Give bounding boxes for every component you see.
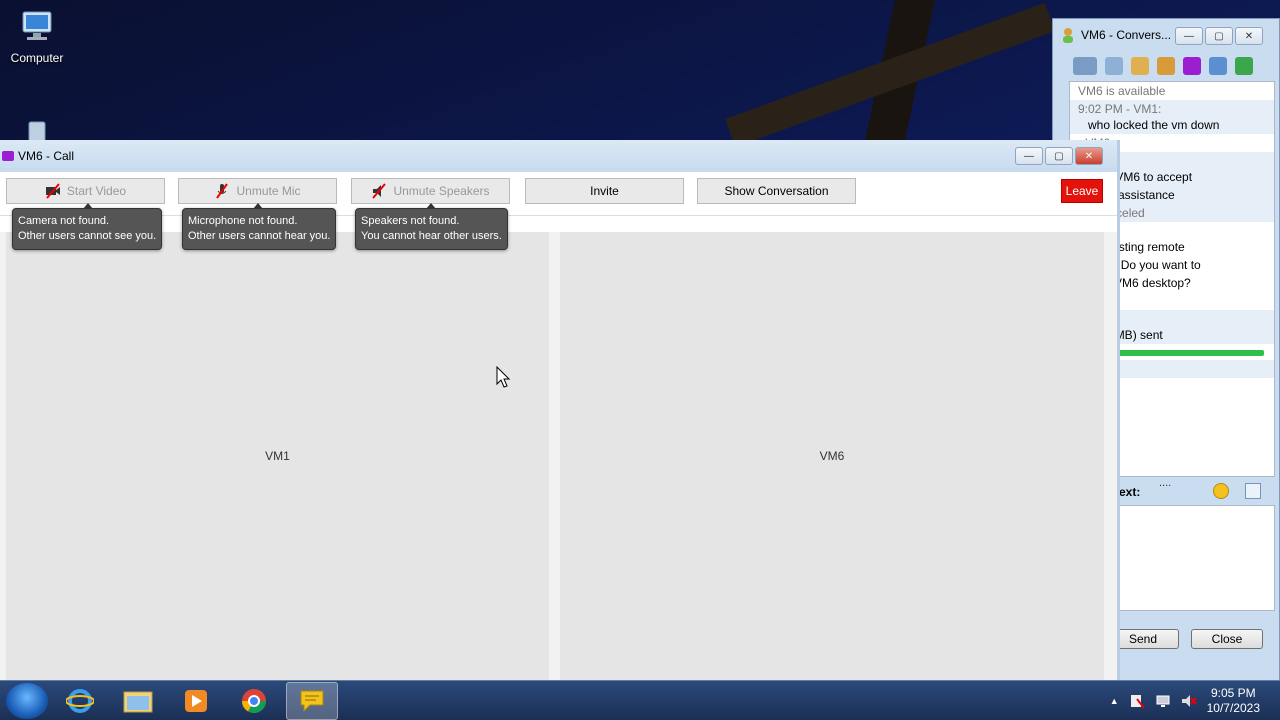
computer-icon [22, 11, 52, 40]
history-icon[interactable] [1105, 57, 1123, 75]
add-contact-icon[interactable] [1209, 57, 1227, 75]
video-off-icon [45, 183, 60, 199]
call-minimize-button[interactable]: — [1015, 147, 1043, 165]
message-item: VM6 is available [1070, 82, 1274, 100]
network-icon[interactable] [1155, 693, 1171, 709]
call-maximize-button[interactable]: ▢ [1045, 147, 1073, 165]
speakers-tooltip: Speakers not found. You cannot hear othe… [355, 203, 508, 250]
internet-explorer-icon[interactable] [54, 682, 106, 720]
text-label: ext: [1119, 485, 1141, 499]
participant-pane-vm1: VM1 [6, 232, 549, 680]
minimize-button[interactable]: — [1175, 27, 1203, 45]
conversation-toolbar [1053, 53, 1273, 79]
message-header: 9:02 PM - VM1: [1078, 102, 1162, 116]
mic-muted-icon [216, 183, 229, 199]
camera-tooltip: Camera not found. Other users cannot see… [12, 203, 163, 250]
file-explorer-icon[interactable] [112, 682, 164, 720]
unmute-speakers-button[interactable]: Unmute Speakers [351, 178, 510, 204]
show-conversation-button[interactable]: Show Conversation [697, 178, 856, 204]
resize-grip[interactable]: .... [1159, 477, 1171, 489]
message-body: who locked the vm down [1088, 118, 1220, 132]
volume-muted-icon[interactable] [1181, 693, 1197, 709]
close-conversation-button[interactable]: Close [1191, 629, 1263, 649]
clock[interactable]: 9:05 PM 10/7/2023 [1207, 686, 1260, 716]
chrome-icon[interactable] [228, 682, 280, 720]
tooltip-line: Camera not found. [18, 215, 110, 227]
remote-assistance-icon[interactable] [1157, 57, 1175, 75]
chat-glyph [300, 690, 324, 712]
contact-icon [1063, 28, 1073, 43]
clock-date: 10/7/2023 [1206, 701, 1260, 715]
chat-icon[interactable] [286, 681, 338, 720]
start-video-button[interactable]: Start Video [6, 178, 165, 204]
media-glyph [185, 689, 207, 712]
video-area: VM1 VM6 [0, 232, 1117, 680]
file-transfer-icon[interactable] [1131, 57, 1149, 75]
tooltip-line: Other users cannot see you. [18, 230, 157, 242]
desktop-icon-computer[interactable]: Computer [6, 10, 68, 65]
system-tray: ▲ 9:05 PM 10/7/2023 [1110, 681, 1280, 720]
emoticon-icon[interactable] [1213, 483, 1229, 499]
call-title-bar[interactable]: VM6 - Call [0, 140, 1117, 172]
call-window: VM6 - Call — ▢ ✕ Start Video Unmute Mic … [0, 140, 1120, 680]
folder-glyph [123, 691, 153, 712]
action-center-icon[interactable] [1129, 693, 1145, 709]
call-close-button[interactable]: ✕ [1075, 147, 1103, 165]
unmute-speakers-label: Unmute Speakers [393, 184, 490, 198]
call-title: VM6 - Call [18, 149, 75, 163]
ie-glyph [66, 688, 94, 713]
participant-name: VM6 [819, 449, 845, 463]
maximize-button[interactable]: ▢ [1205, 27, 1233, 45]
call-toolbar: Start Video Unmute Mic Unmute Speakers I… [0, 172, 1117, 216]
unmute-mic-button[interactable]: Unmute Mic [178, 178, 337, 204]
tooltip-line: You cannot hear other users. [361, 230, 502, 242]
start-icon[interactable] [6, 682, 48, 719]
tooltip-line: Speakers not found. [361, 215, 460, 227]
leave-button[interactable]: Leave [1061, 179, 1103, 203]
exit-icon[interactable] [1235, 57, 1253, 75]
show-hidden-icons-icon[interactable]: ▲ [1110, 696, 1119, 706]
participant-name: VM1 [265, 449, 290, 463]
participant-pane-vm6: VM6 [560, 232, 1104, 680]
mic-tooltip: Microphone not found. Other users cannot… [182, 203, 337, 250]
clock-time: 9:05 PM [1210, 686, 1256, 700]
desktop-icon-label: Computer [10, 51, 64, 65]
video-camera-icon [2, 151, 14, 161]
unmute-mic-label: Unmute Mic [236, 184, 301, 198]
speaker-muted-icon [372, 183, 387, 199]
invite-button[interactable]: Invite [525, 178, 684, 204]
media-player-icon[interactable] [170, 682, 222, 720]
tooltip-line: Microphone not found. [188, 215, 298, 227]
video-call-icon[interactable] [1183, 57, 1201, 75]
mouse-cursor-icon [496, 366, 511, 388]
taskbar: ▲ 9:05 PM 10/7/2023 [0, 680, 1280, 720]
tooltip-line: Other users cannot hear you. [188, 230, 331, 242]
message-item: 9:02 PM - VM1: who locked the vm down [1070, 100, 1274, 134]
chrome-glyph [242, 688, 266, 713]
start-video-label: Start Video [66, 184, 127, 198]
close-button[interactable]: ✕ [1235, 27, 1263, 45]
status-menu-icon[interactable] [1073, 57, 1097, 75]
message-header: VM6 is available [1078, 84, 1166, 98]
conversation-title: VM6 - Convers... [1081, 28, 1172, 42]
format-icon[interactable] [1245, 483, 1261, 499]
